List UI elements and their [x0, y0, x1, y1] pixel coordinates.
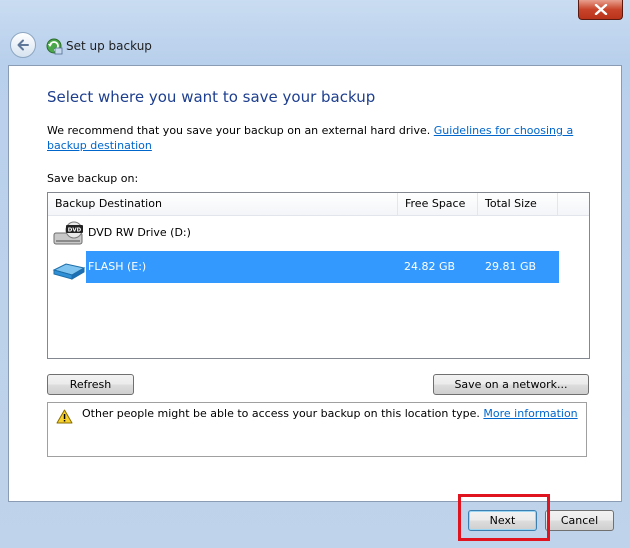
list-header: Backup Destination Free Space Total Size — [48, 193, 589, 216]
description-text: We recommend that you save your backup o… — [47, 124, 431, 137]
next-button-highlight — [458, 494, 550, 541]
refresh-button[interactable]: Refresh — [47, 374, 134, 395]
window-frame: Set up backup Select where you want to s… — [0, 0, 630, 548]
back-button[interactable] — [10, 32, 36, 58]
dvd-drive-icon: DVD — [53, 221, 83, 245]
column-header-total-size[interactable]: Total Size — [478, 193, 558, 215]
table-row-selected[interactable]: FLASH (E:) 24.82 GB 29.81 GB — [48, 251, 589, 283]
save-backup-on-label: Save backup on: — [47, 172, 139, 185]
cancel-button[interactable]: Cancel — [545, 510, 614, 531]
usb-flash-drive-icon — [52, 263, 86, 280]
destination-name: DVD RW Drive (D:) — [88, 226, 191, 239]
free-space-value: 24.82 GB — [404, 260, 456, 273]
svg-text:DVD: DVD — [68, 227, 82, 233]
warning-text: Other people might be able to access you… — [82, 407, 480, 420]
table-row[interactable]: DVD DVD RW Drive (D:) — [48, 217, 589, 249]
column-header-backup-destination[interactable]: Backup Destination — [48, 193, 398, 215]
back-arrow-icon — [17, 39, 29, 51]
warning-message: Other people might be able to access you… — [82, 407, 578, 421]
page-heading: Select where you want to save your backu… — [47, 88, 376, 106]
destination-name: FLASH (E:) — [88, 260, 147, 273]
column-header-free-space[interactable]: Free Space — [398, 193, 478, 215]
close-icon — [594, 4, 608, 15]
backup-icon — [46, 38, 63, 55]
window-title: Set up backup — [66, 39, 152, 53]
warning-panel: Other people might be able to access you… — [47, 402, 587, 457]
more-information-link[interactable]: More information — [483, 407, 577, 420]
page-description: We recommend that you save your backup o… — [47, 123, 607, 153]
warning-icon — [56, 409, 73, 424]
close-button[interactable] — [578, 0, 623, 20]
backup-destination-list[interactable]: Backup Destination Free Space Total Size… — [47, 192, 590, 359]
navigation-bar: Set up backup — [8, 30, 622, 62]
dialog-content: Select where you want to save your backu… — [8, 65, 622, 502]
save-on-network-button[interactable]: Save on a network... — [433, 374, 589, 395]
total-size-value: 29.81 GB — [485, 260, 537, 273]
